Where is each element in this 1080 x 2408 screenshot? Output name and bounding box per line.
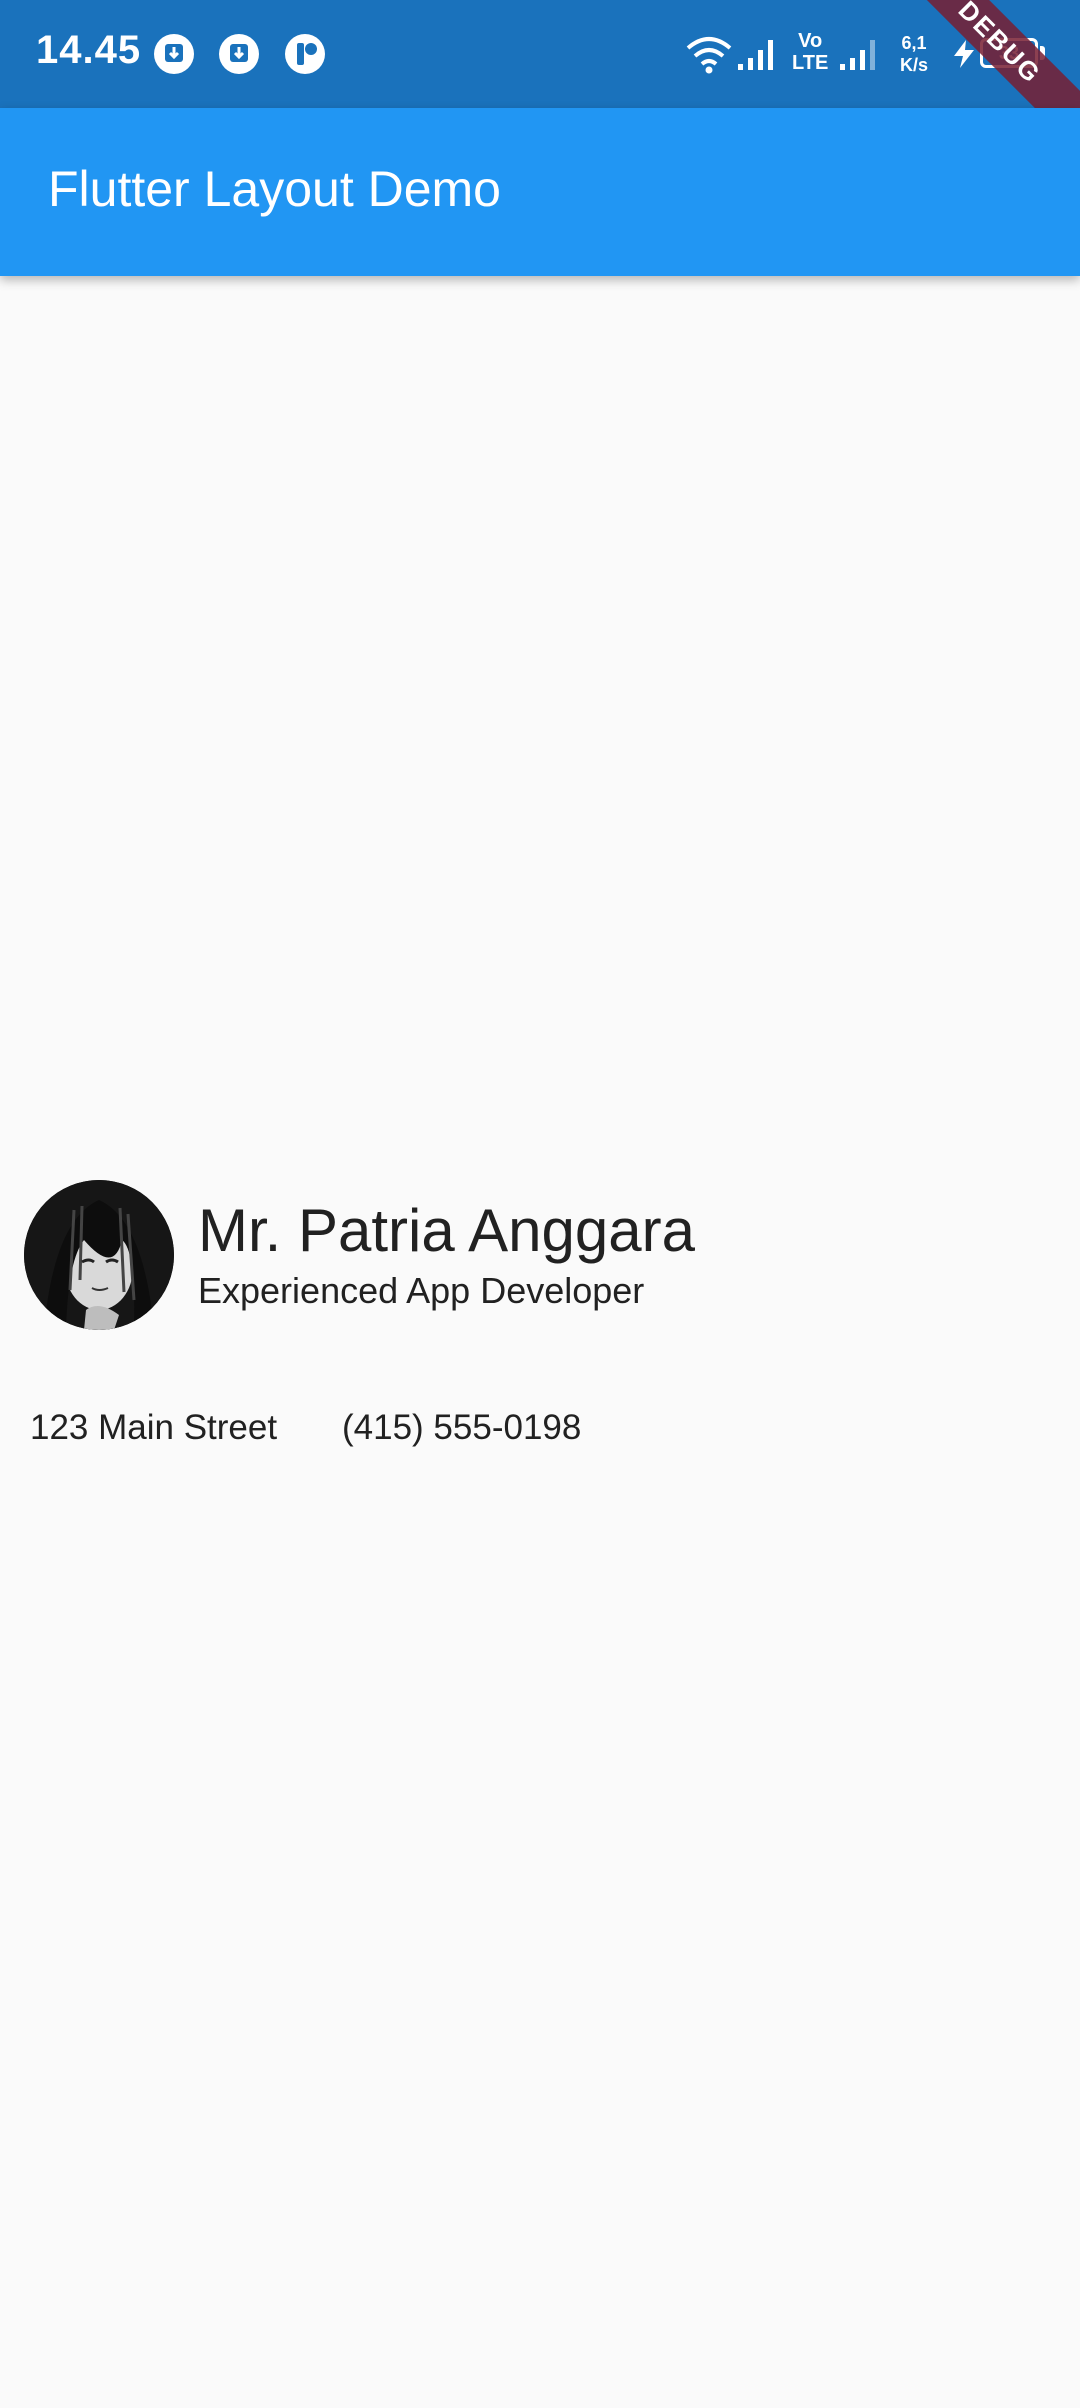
- app-notification-icon: [283, 32, 327, 81]
- profile-phone: (415) 555-0198: [342, 1408, 582, 1447]
- wifi-icon: [684, 34, 734, 79]
- net-speed-unit: K/s: [900, 55, 929, 75]
- profile-address: 123 Main Street: [30, 1408, 278, 1447]
- profile-subtitle: Experienced App Developer: [198, 1270, 645, 1311]
- app-screen: 14.45 Vo LTE 6,1 K/s DEBUG Flutter Layou…: [0, 0, 1080, 2408]
- app-bar: Flutter Layout Demo: [0, 108, 1080, 276]
- profile-name: Mr. Patria Anggara: [198, 1197, 695, 1264]
- app-bar-title: Flutter Layout Demo: [48, 161, 501, 217]
- status-time: 14.45: [36, 28, 142, 72]
- signal-icon: [838, 36, 882, 77]
- volte-indicator: Vo LTE: [792, 30, 828, 74]
- avatar: [24, 1180, 174, 1330]
- download-icon: [217, 32, 261, 81]
- volte-label-bottom: LTE: [792, 52, 829, 74]
- signal-icon: [736, 36, 780, 77]
- download-icon: [152, 32, 196, 81]
- status-bar: 14.45 Vo LTE 6,1 K/s DEBUG: [0, 0, 1080, 164]
- net-speed-value: 6,1: [901, 33, 927, 53]
- network-speed: 6,1 K/s: [900, 32, 928, 76]
- volte-label-top: Vo: [798, 30, 823, 52]
- avatar-image: [24, 1180, 174, 1330]
